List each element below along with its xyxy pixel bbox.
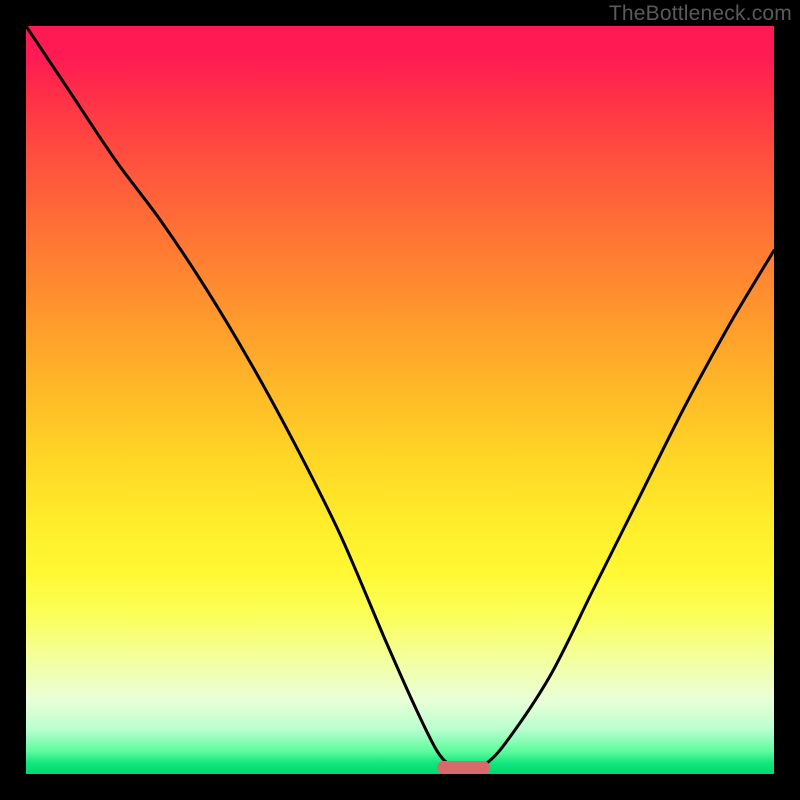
plot-area xyxy=(26,26,774,774)
curve-svg xyxy=(26,26,774,774)
attribution-text: TheBottleneck.com xyxy=(609,2,792,26)
bottleneck-curve xyxy=(26,26,774,774)
optimal-range-marker xyxy=(437,761,489,774)
chart-frame: TheBottleneck.com xyxy=(0,0,800,800)
